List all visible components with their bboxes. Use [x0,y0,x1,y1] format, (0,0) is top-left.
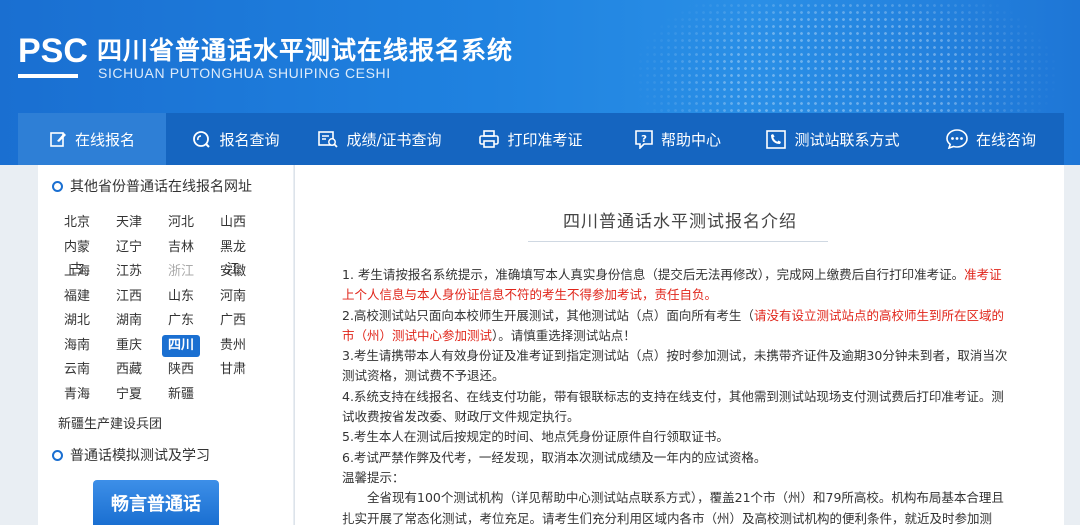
province-link[interactable]: 内蒙古 [58,237,96,277]
certificate-search-icon [318,131,339,148]
logo-underline [18,74,78,78]
province-link[interactable]: 湖南 [110,310,148,332]
main-content: 四川普通话水平测试报名介绍 1. 考生请按报名系统提示，准确填写本人真实身份信息… [294,165,1064,525]
circle-bullet-icon [52,449,63,461]
site-title: 四川省普通话水平测试在线报名系统 [97,36,514,65]
section-mock-test-title: 普通话模拟测试及学习 [52,445,210,465]
province-link[interactable]: 江苏 [110,261,148,283]
province-link-bingtuan[interactable]: 新疆生产建设兵团 [58,413,162,432]
province-link[interactable]: 浙江 [162,261,200,283]
nav-registration-query[interactable]: 报名查询 [166,113,306,165]
nav-test-station-contacts[interactable]: 测试站联系方式 [748,113,918,165]
province-link[interactable]: 黑龙江 [214,237,252,277]
nav-label: 成绩/证书查询 [346,130,442,149]
page-title: 四川普通话水平测试报名介绍 [563,212,797,232]
nav-label: 测试站联系方式 [794,130,900,149]
province-link[interactable]: 江西 [110,286,148,308]
province-link[interactable]: 上海 [58,261,96,283]
province-link[interactable]: 安徽 [214,261,252,283]
province-link[interactable]: 广东 [162,310,200,332]
province-link[interactable]: 宁夏 [110,384,148,406]
province-link[interactable]: 四川 [162,334,200,357]
notice-item-2: 2.高校测试站只面向本校师生开展测试，其他测试站（点）面向所有考生（请没有设立测… [342,307,1004,343]
circle-bullet-icon [52,180,63,192]
province-link[interactable]: 新疆 [162,384,200,406]
province-link[interactable]: 甘肃 [214,359,252,381]
nav-help-center[interactable]: ? 帮助中心 [608,113,748,165]
psc-logo: PSC [18,32,88,70]
chat-icon [946,129,968,149]
section-other-provinces-title: 其他省份普通话在线报名网址 [52,176,252,196]
province-link[interactable]: 陕西 [162,359,200,381]
sidebar: 其他省份普通话在线报名网址 北京 天津 河北 山西内蒙古 辽宁 吉林 黑龙江上海 江苏 浙江 安徽… [38,165,293,525]
province-link[interactable]: 湖北 [58,310,96,332]
nav-label: 报名查询 [219,130,280,149]
help-icon: ? [635,129,653,149]
edit-icon [50,132,66,147]
province-link[interactable]: 重庆 [110,335,148,357]
nav-label: 打印准考证 [507,130,583,149]
svg-text:?: ? [641,134,647,145]
nav-label: 帮助中心 [660,130,721,149]
province-link[interactable]: 辽宁 [110,237,148,259]
province-link[interactable]: 广西 [214,310,252,332]
site-subtitle: SICHUAN PUTONGHUA SHUIPING CESHI [98,65,391,81]
province-link[interactable]: 云南 [58,359,96,381]
notice-item-6: 6.考试严禁作弊及代考，一经发现，取消本次测试成绩及一年内的应试资格。 [342,449,767,465]
printer-icon [479,130,500,148]
province-link[interactable]: 吉林 [162,237,200,259]
phone-icon [766,129,787,149]
main-nav: 在线报名 报名查询 成绩/证书查询 打印准考证 ? 帮助中心 测试站联系方式 在… [18,113,1064,165]
nav-online-consult[interactable]: 在线咨询 [918,113,1064,165]
notice-item-1: 1. 考生请按报名系统提示，准确填写本人真实身份信息（提交后无法再修改），完成网… [342,267,1002,303]
nav-print-admission-ticket[interactable]: 打印准考证 [454,113,608,165]
province-link[interactable]: 北京 [58,212,96,234]
province-link[interactable]: 天津 [110,212,148,234]
nav-score-certificate-query[interactable]: 成绩/证书查询 [306,113,454,165]
province-link[interactable]: 福建 [58,286,96,308]
search-icon [193,130,211,148]
province-link[interactable]: 山西 [214,212,252,234]
province-link[interactable]: 贵州 [214,335,252,357]
nav-label: 在线报名 [74,130,135,149]
notice-item-3: 3.考生请携带本人有效身份证及准考证到指定测试站（点）按时参加测试，未携带齐证件… [342,348,1008,384]
notice-item-4: 4.系统支持在线报名、在线支付功能，带有银联标志的支持在线支付，其他需到测试站现… [342,388,1004,425]
site-header: PSC 四川省普通话水平测试在线报名系统 SICHUAN PUTONGHUA S… [0,0,1080,165]
tip-label: 温馨提示： [342,469,405,485]
province-link[interactable]: 河南 [214,286,252,308]
province-link[interactable]: 河北 [162,212,200,234]
province-link[interactable]: 山东 [162,286,200,308]
title-divider [528,241,828,242]
tip-text: 全省现有100个测试机构（详见帮助中心测试站点联系方式），覆盖21个市（州）和7… [342,490,1004,525]
province-link[interactable]: 西藏 [110,359,148,381]
changyan-putonghua-button[interactable]: 畅言普通话 [93,480,219,525]
nav-label: 在线咨询 [975,130,1036,149]
notice-item-5: 5.考生本人在测试后按规定的时间、地点凭身份证原件自行领取证书。 [342,429,729,445]
province-link[interactable]: 海南 [58,335,96,357]
nav-online-register[interactable]: 在线报名 [18,113,166,165]
province-link[interactable]: 青海 [58,384,96,406]
intro-text: 1. 考生请按报名系统提示，准确填写本人真实身份信息（提交后无法再修改），完成网… [342,265,1014,525]
